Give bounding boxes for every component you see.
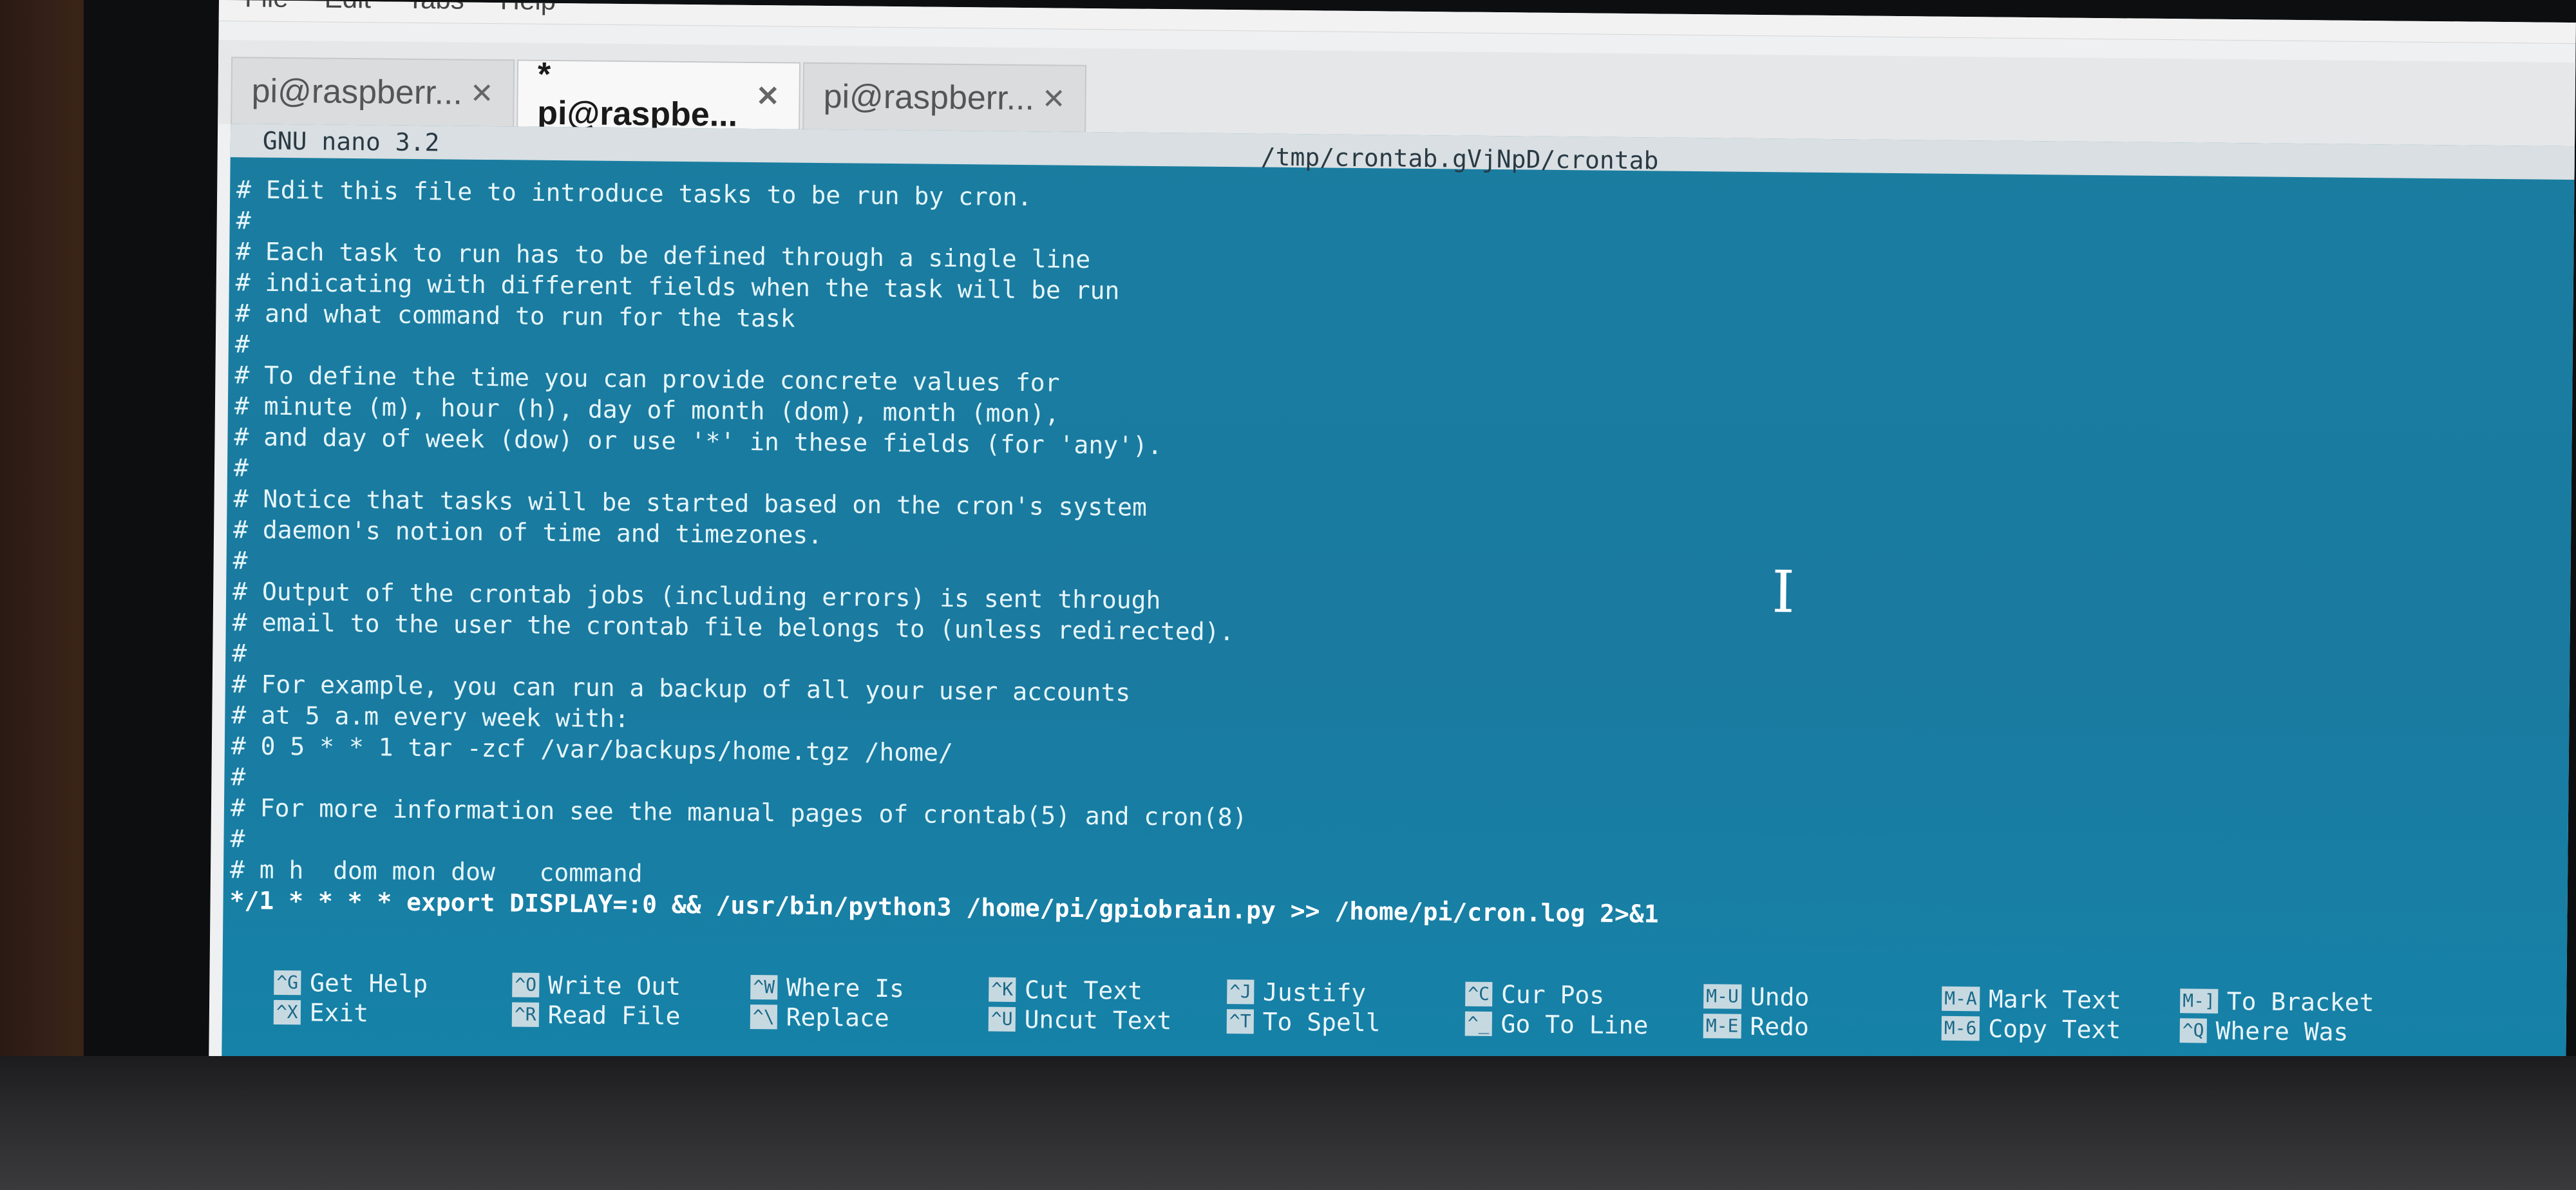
shortcut-key: ^W: [750, 974, 778, 1000]
terminal-area[interactable]: GNU nano 3.2 /tmp/crontab.gVjNpD/crontab…: [222, 124, 2576, 1092]
shortcut-key: ^_: [1464, 1011, 1492, 1037]
shortcut-label: Replace: [786, 1003, 889, 1033]
tab-terminal-3[interactable]: pi@raspberr... ✕: [802, 62, 1087, 132]
menu-file[interactable]: File: [245, 0, 289, 14]
tab-label: pi@raspberr...: [823, 78, 1035, 118]
shortcut-label: Justify: [1262, 978, 1367, 1008]
shortcut-label: Write Out: [547, 970, 681, 1001]
shortcut-key: ^\: [750, 1004, 777, 1030]
nano-version: GNU nano 3.2: [262, 126, 440, 157]
shortcut-get-help: ^G Get Help: [274, 968, 512, 1000]
tab-terminal-1[interactable]: pi@raspberr... ✕: [231, 57, 515, 127]
shortcut-label: Go To Line: [1501, 1010, 1649, 1040]
shortcut-key: M-A: [1942, 986, 1980, 1012]
shortcut-uncut-text: ^U Uncut Text: [988, 1005, 1227, 1037]
shortcut-cut-text: ^K Cut Text: [989, 975, 1227, 1007]
shortcut-key: M-U: [1703, 984, 1742, 1009]
shortcut-to-bracket: M-] To Bracket: [2180, 986, 2418, 1018]
shortcut-replace: ^\ Replace: [750, 1002, 989, 1034]
shortcut-key: M-]: [2180, 988, 2218, 1014]
shortcut-bar: ^G Get Help ^O Write Out ^W Where Is ^K Cut Tex…: [273, 968, 2528, 1049]
shortcut-justify: ^J Justify: [1227, 977, 1465, 1009]
shortcut-write-out: ^O Write Out: [512, 970, 750, 1002]
shortcut-label: To Bracket: [2226, 987, 2374, 1017]
shortcut-label: Redo: [1750, 1012, 1810, 1041]
shortcut-label: To Spell: [1262, 1007, 1381, 1037]
shortcut-label: Undo: [1750, 982, 1810, 1012]
shortcut-where-is: ^W Where Is: [750, 972, 989, 1005]
shortcut-key: M-6: [1941, 1015, 1980, 1041]
shortcut-label: Exit: [309, 998, 369, 1028]
tab-label: * pi@raspbe...: [537, 55, 738, 134]
shortcut-label: Get Help: [309, 968, 428, 999]
tab-terminal-2[interactable]: * pi@raspbe... ✕: [516, 56, 801, 134]
close-icon[interactable]: ✕: [1041, 82, 1065, 115]
shortcut-undo: M-U Undo: [1703, 981, 1942, 1014]
screen: File Edit Tabs Help pi@raspberr... ✕ * p…: [209, 0, 2576, 1092]
editor-buffer[interactable]: # Edit this file to introduce tasks to b…: [229, 174, 1665, 929]
shortcut-key: ^J: [1227, 979, 1255, 1005]
shortcut-key: ^O: [512, 972, 540, 997]
shortcut-label: Where Is: [786, 973, 905, 1003]
shortcut-where-was: ^Q Where Was: [2179, 1015, 2418, 1048]
shortcut-key: ^G: [274, 970, 301, 996]
close-icon[interactable]: ✕: [755, 80, 779, 113]
shortcut-key: ^R: [511, 1002, 539, 1027]
shortcut-label: Where Was: [2215, 1016, 2349, 1046]
shortcut-key: ^X: [273, 999, 301, 1025]
shortcut-key: ^T: [1226, 1009, 1254, 1034]
shortcut-exit: ^X Exit: [273, 997, 512, 1030]
shortcut-read-file: ^R Read File: [511, 999, 750, 1032]
shortcut-go-to-line: ^_ Go To Line: [1464, 1009, 1703, 1041]
menu-edit[interactable]: Edit: [324, 0, 371, 14]
monitor-stand-edge: [0, 1056, 2576, 1190]
shortcut-label: Mark Text: [1988, 985, 2121, 1015]
shortcut-copy-text: M-6 Copy Text: [1941, 1014, 2180, 1046]
shortcut-key: ^K: [989, 977, 1016, 1002]
shortcut-redo: M-E Redo: [1703, 1011, 1942, 1043]
close-icon[interactable]: ✕: [470, 77, 494, 109]
shortcut-label: Read File: [547, 1000, 681, 1030]
shortcut-key: M-E: [1703, 1014, 1741, 1039]
shortcut-label: Cut Text: [1024, 976, 1143, 1005]
shortcut-cur-pos: ^C Cur Pos: [1465, 979, 1703, 1012]
shortcut-to-spell: ^T To Spell: [1226, 1006, 1465, 1039]
shortcut-key: ^Q: [2179, 1018, 2207, 1043]
tab-label: pi@raspberr...: [251, 72, 463, 112]
shortcut-key: ^U: [988, 1006, 1016, 1032]
shortcut-label: Cur Pos: [1501, 980, 1605, 1010]
menu-tabs[interactable]: Tabs: [407, 0, 464, 15]
shortcut-label: Uncut Text: [1024, 1005, 1172, 1035]
shortcut-mark-text: M-A Mark Text: [1942, 984, 2180, 1016]
shortcut-label: Copy Text: [1988, 1014, 2121, 1044]
text-cursor-icon: I: [1771, 558, 1795, 627]
shortcut-key: ^C: [1465, 981, 1493, 1007]
file-path: /tmp/crontab.gVjNpD/crontab: [1260, 142, 1659, 175]
